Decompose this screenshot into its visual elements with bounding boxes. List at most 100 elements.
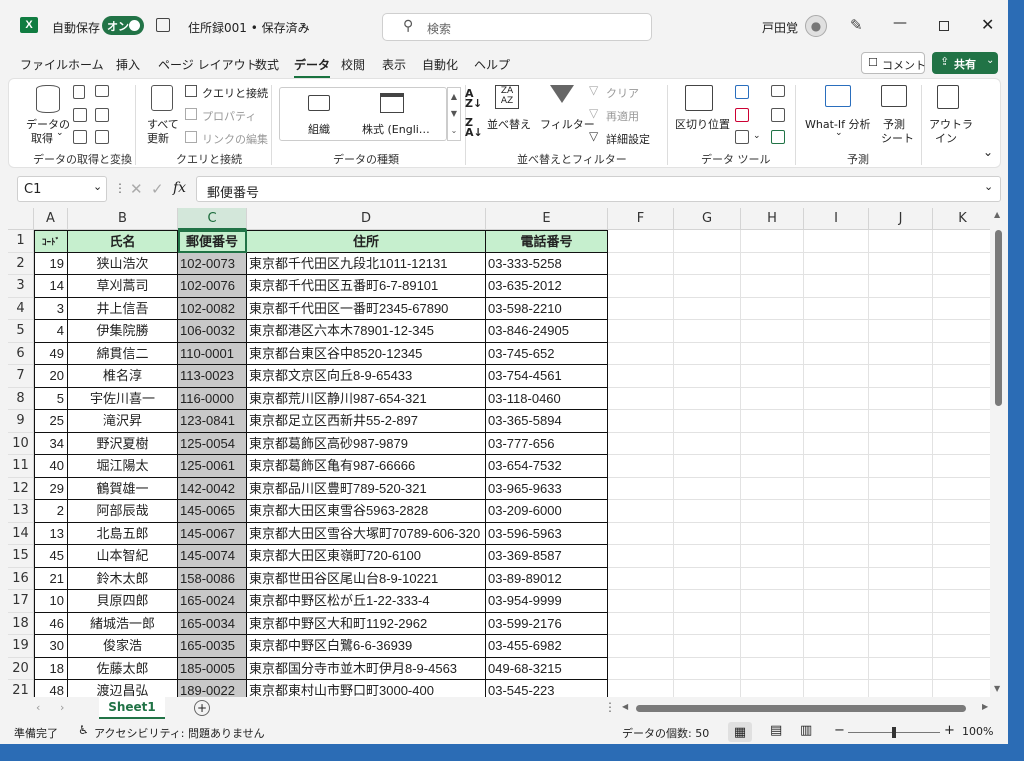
empty-cell[interactable]	[804, 590, 869, 613]
name-box[interactable]: C1 ⌄	[17, 176, 107, 202]
table-cell[interactable]: 俊家浩	[68, 635, 178, 658]
empty-cell[interactable]	[674, 342, 741, 365]
empty-cell[interactable]	[608, 230, 674, 253]
empty-cell[interactable]	[674, 365, 741, 388]
table-cell[interactable]: 野沢夏樹	[68, 432, 178, 455]
table-cell[interactable]: 伊集院勝	[68, 320, 178, 343]
table-cell[interactable]: 142-0042	[178, 477, 247, 500]
empty-cell[interactable]	[933, 230, 990, 253]
empty-cell[interactable]	[933, 478, 990, 500]
empty-cell[interactable]	[933, 635, 990, 658]
zoom-in-icon[interactable]: +	[944, 723, 955, 738]
empty-cell[interactable]	[869, 680, 933, 697]
empty-cell[interactable]	[804, 342, 869, 365]
table-cell[interactable]: 185-0005	[178, 657, 247, 680]
empty-cell[interactable]	[933, 500, 990, 523]
empty-cell[interactable]	[674, 612, 741, 635]
table-cell[interactable]: 45	[34, 545, 68, 568]
tab-page-layout[interactable]: ページ レイアウト	[158, 56, 258, 73]
row-header[interactable]: 18	[8, 612, 34, 635]
table-cell[interactable]: 東京都台東区谷中8520-12345	[247, 342, 486, 365]
table-cell[interactable]: 東京都大田区東雪谷5963-2828	[247, 500, 486, 523]
sheet-tab-sheet1[interactable]: Sheet1	[99, 697, 165, 719]
empty-cell[interactable]	[869, 252, 933, 275]
empty-cell[interactable]	[804, 410, 869, 433]
tab-help[interactable]: ヘルプ	[474, 56, 510, 73]
table-cell[interactable]: 10	[34, 590, 68, 613]
table-cell[interactable]: 49	[34, 342, 68, 365]
empty-cell[interactable]	[674, 635, 741, 658]
empty-cell[interactable]	[804, 320, 869, 343]
header-cell[interactable]: 電話番号	[486, 230, 608, 253]
table-cell[interactable]: 綿貫信二	[68, 342, 178, 365]
close-icon[interactable]: ✕	[981, 15, 994, 34]
collapse-ribbon-icon[interactable]: ⌄	[983, 145, 993, 159]
table-cell[interactable]: 03-118-0460	[486, 387, 608, 410]
empty-cell[interactable]	[608, 432, 674, 455]
table-cell[interactable]: 125-0054	[178, 432, 247, 455]
table-cell[interactable]: 東京都中野区白鷺6-6-36939	[247, 635, 486, 658]
empty-cell[interactable]	[674, 500, 741, 523]
table-cell[interactable]: 165-0034	[178, 612, 247, 635]
table-cell[interactable]: 阿部辰哉	[68, 500, 178, 523]
row-header[interactable]: 10	[8, 432, 34, 455]
empty-cell[interactable]	[608, 252, 674, 275]
table-cell[interactable]: 東京都千代田区五番町6-7-89101	[247, 275, 486, 298]
empty-cell[interactable]	[804, 680, 869, 697]
empty-cell[interactable]	[608, 387, 674, 410]
empty-cell[interactable]	[674, 387, 741, 410]
empty-cell[interactable]	[869, 432, 933, 455]
empty-cell[interactable]	[741, 410, 804, 433]
empty-cell[interactable]	[608, 522, 674, 545]
empty-cell[interactable]	[869, 230, 933, 253]
table-cell[interactable]: 北島五郎	[68, 522, 178, 545]
prev-sheet-icon[interactable]: ‹	[36, 701, 40, 714]
empty-cell[interactable]	[933, 343, 990, 365]
header-cell[interactable]: ｺｰﾄﾞ	[34, 230, 68, 253]
row-header[interactable]: 21	[8, 680, 34, 697]
table-cell[interactable]: 102-0082	[178, 297, 247, 320]
autosave-toggle[interactable]: オン	[102, 16, 144, 35]
flash-fill-icon[interactable]	[735, 85, 749, 99]
row-header[interactable]: 13	[8, 500, 34, 523]
empty-cell[interactable]	[741, 387, 804, 410]
tab-split-icon[interactable]: ⋮	[604, 700, 616, 714]
empty-cell[interactable]	[741, 342, 804, 365]
empty-cell[interactable]	[674, 455, 741, 478]
table-cell[interactable]: 03-965-9633	[486, 477, 608, 500]
empty-cell[interactable]	[804, 635, 869, 658]
empty-cell[interactable]	[869, 320, 933, 343]
from-web-icon[interactable]	[73, 108, 87, 122]
table-cell[interactable]: 東京都国分寺市並木町伊月8-9-4563	[247, 657, 486, 680]
empty-cell[interactable]	[804, 455, 869, 478]
empty-cell[interactable]	[741, 365, 804, 388]
table-cell[interactable]: 緒城浩一郎	[68, 612, 178, 635]
empty-cell[interactable]	[741, 320, 804, 343]
empty-cell[interactable]	[869, 275, 933, 298]
header-cell[interactable]: 氏名	[68, 230, 178, 253]
horizontal-scrollbar[interactable]: ◀ ▶	[618, 700, 996, 716]
empty-cell[interactable]	[933, 658, 990, 680]
empty-cell[interactable]	[869, 567, 933, 590]
empty-cell[interactable]	[608, 590, 674, 613]
header-cell[interactable]: 住所	[247, 230, 486, 253]
empty-cell[interactable]	[933, 545, 990, 568]
empty-cell[interactable]	[804, 545, 869, 568]
empty-cell[interactable]	[741, 545, 804, 568]
empty-cell[interactable]	[804, 252, 869, 275]
empty-cell[interactable]	[674, 230, 741, 253]
empty-cell[interactable]	[674, 657, 741, 680]
empty-cell[interactable]	[869, 477, 933, 500]
empty-cell[interactable]	[933, 455, 990, 478]
empty-cell[interactable]	[608, 635, 674, 658]
row-header[interactable]: 8	[8, 387, 34, 410]
table-cell[interactable]: 19	[34, 252, 68, 275]
table-cell[interactable]: 03-754-4561	[486, 365, 608, 388]
empty-cell[interactable]	[608, 612, 674, 635]
table-cell[interactable]: 049-68-3215	[486, 657, 608, 680]
empty-cell[interactable]	[608, 545, 674, 568]
insert-function-icon[interactable]: fx	[173, 180, 186, 196]
empty-cell[interactable]	[933, 433, 990, 455]
enter-icon[interactable]: ✓	[151, 180, 164, 198]
table-cell[interactable]: 4	[34, 320, 68, 343]
